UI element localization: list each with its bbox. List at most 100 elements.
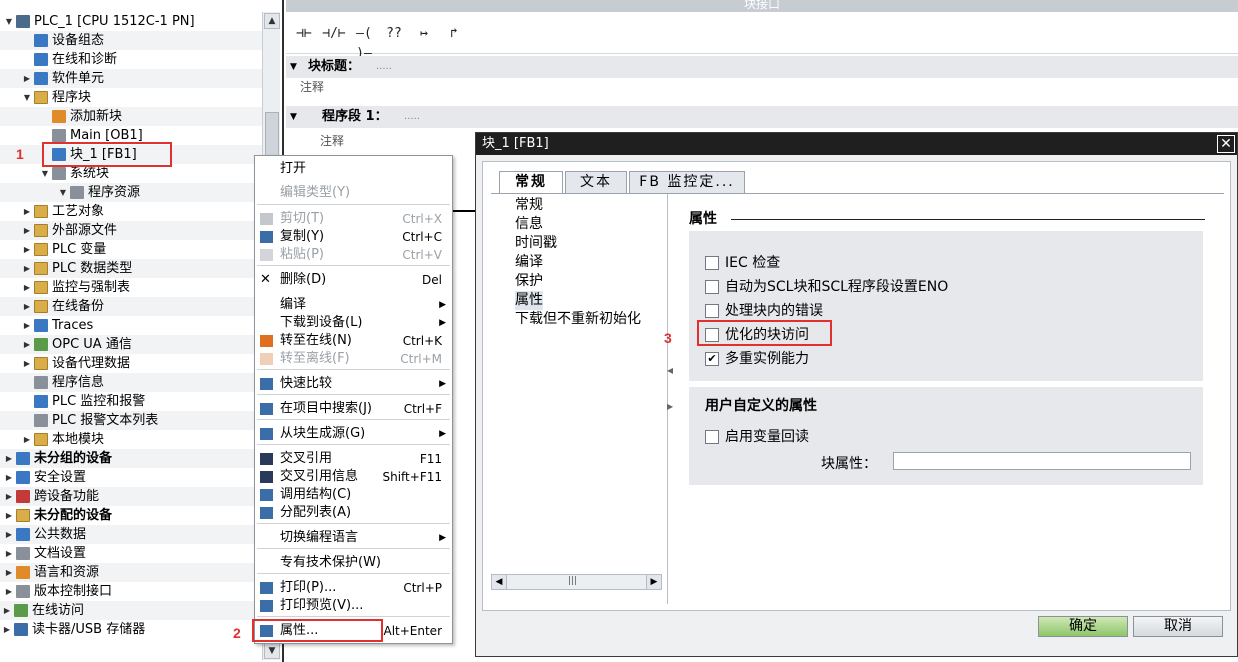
menu-item[interactable]: 复制(Y) Ctrl+C — [255, 228, 452, 246]
nav-item[interactable]: 常规 — [515, 196, 543, 215]
expand-arrow-icon[interactable]: ▶ — [4, 582, 14, 601]
tree-item[interactable]: ▶ 未分组的设备 — [0, 449, 262, 468]
menu-item[interactable]: 切换编程语言 ▶ — [255, 529, 452, 547]
tree-item[interactable]: ▶ 本地模块 — [0, 430, 262, 449]
tree-item[interactable]: ▶ 在线访问 — [0, 601, 262, 620]
expand-arrow-icon[interactable]: ▶ — [22, 354, 32, 373]
no-contact-icon[interactable]: ⊣⊢ — [290, 23, 318, 45]
menu-item[interactable]: 编辑类型(Y) — [255, 184, 452, 202]
nav-item[interactable]: 属性 — [515, 291, 543, 310]
tree-item[interactable]: PLC 报警文本列表 — [0, 411, 262, 430]
menu-item[interactable]: 从块生成源(G) ▶ — [255, 425, 452, 443]
network-header[interactable]: ▼ 程序段 1： ..... — [286, 106, 1238, 128]
menu-item[interactable]: 转至在线(N) Ctrl+K — [255, 332, 452, 350]
nav-item[interactable]: 信息 — [515, 215, 543, 234]
menu-item[interactable]: ✕ 删除(D) Del — [255, 271, 452, 289]
scroll-right-icon[interactable]: ▶ — [646, 574, 662, 590]
menu-item[interactable]: 打开 — [255, 160, 452, 178]
menu-item[interactable]: 打印预览(V)... — [255, 597, 452, 615]
nc-contact-icon[interactable]: ⊣/⊢ — [320, 23, 348, 45]
scroll-down-icon[interactable]: ▼ — [264, 643, 280, 659]
menu-item[interactable]: 下载到设备(L) ▶ — [255, 314, 452, 332]
tree-item[interactable]: ▶ PLC 变量 — [0, 240, 262, 259]
tree-item[interactable]: 设备组态 — [0, 31, 262, 50]
expand-arrow-icon[interactable]: ▶ — [4, 449, 14, 468]
tree-item[interactable]: ▶ 安全设置 — [0, 468, 262, 487]
expand-arrow-icon[interactable]: ▶ — [22, 430, 32, 449]
tree-item[interactable]: ▶ 外部源文件 — [0, 221, 262, 240]
nav-item[interactable]: 下载但不重新初始化 — [515, 310, 641, 329]
menu-item[interactable]: 粘贴(P) Ctrl+V — [255, 246, 452, 264]
checkbox-box[interactable] — [705, 304, 719, 318]
tree-item[interactable]: ▶ 软件单元 — [0, 69, 262, 88]
checkbox-box[interactable] — [705, 280, 719, 294]
expand-arrow-icon[interactable]: ▶ — [4, 544, 14, 563]
nav-item[interactable]: 时间戳 — [515, 234, 557, 253]
menu-item[interactable]: 打印(P)... Ctrl+P — [255, 579, 452, 597]
collapse-icon[interactable]: ▼ — [290, 56, 297, 78]
tree-item[interactable]: ▶ 读卡器/USB 存储器 — [0, 620, 262, 639]
tab-texts[interactable]: 文本 — [565, 171, 627, 193]
dialog-title-bar[interactable]: 块_1 [FB1] ✕ — [476, 133, 1237, 155]
close-branch-icon[interactable]: ↱ — [440, 23, 468, 45]
tree-item[interactable]: ▼ 程序资源 — [0, 183, 262, 202]
tree-item[interactable]: ▶ PLC 数据类型 — [0, 259, 262, 278]
expand-arrow-icon[interactable]: ▶ — [22, 335, 32, 354]
tree-item[interactable]: ▶ 语言和资源 — [0, 563, 262, 582]
tree-item[interactable]: ▶ OPC UA 通信 — [0, 335, 262, 354]
coil-icon[interactable]: –( )– — [350, 23, 378, 61]
tree-item[interactable]: ▼ 程序块 — [0, 88, 262, 107]
empty-box-icon[interactable]: ?? — [380, 23, 408, 45]
tree-item[interactable]: ▶ 监控与强制表 — [0, 278, 262, 297]
scroll-up-icon[interactable]: ▲ — [264, 13, 280, 29]
tree-item[interactable]: ▶ 文档设置 — [0, 544, 262, 563]
expand-arrow-icon[interactable]: ▶ — [2, 601, 12, 620]
checkbox-box[interactable] — [705, 430, 719, 444]
scroll-left-icon[interactable]: ◀ — [491, 574, 507, 590]
nav-item[interactable]: 保护 — [515, 272, 543, 291]
tree-item[interactable]: ▶ 公共数据 — [0, 525, 262, 544]
expand-arrow-icon[interactable]: ▶ — [2, 620, 12, 639]
menu-item[interactable]: 交叉引用信息 Shift+F11 — [255, 468, 452, 486]
tree-item[interactable]: ▶ 在线备份 — [0, 297, 262, 316]
expand-arrow-icon[interactable]: ▶ — [4, 506, 14, 525]
expand-arrow-icon[interactable]: ▶ — [22, 202, 32, 221]
ok-button[interactable]: 确定 — [1038, 616, 1128, 637]
block-comment[interactable]: 注释 — [286, 77, 1238, 97]
nav-item[interactable]: 编译 — [515, 253, 543, 272]
close-icon[interactable]: ✕ — [1217, 135, 1235, 153]
tree-item[interactable]: PLC 监控和报警 — [0, 392, 262, 411]
tab-fb-supervision[interactable]: FB 监控定... — [629, 171, 745, 193]
expand-arrow-icon[interactable]: ▶ — [22, 316, 32, 335]
cancel-button[interactable]: 取消 — [1133, 616, 1223, 637]
expand-arrow-icon[interactable]: ▶ — [22, 259, 32, 278]
block-interface-bar[interactable]: 块接口 — [286, 0, 1238, 12]
menu-item[interactable]: 剪切(T) Ctrl+X — [255, 210, 452, 228]
nav-horizontal-scrollbar[interactable]: ◀ ||| ▶ — [491, 574, 662, 590]
tree-item[interactable]: ▶ 版本控制接口 — [0, 582, 262, 601]
expand-arrow-icon[interactable]: ▶ — [4, 468, 14, 487]
menu-item[interactable]: 分配列表(A) — [255, 504, 452, 522]
tree-item[interactable]: ▼ PLC_1 [CPU 1512C-1 PN] — [0, 12, 262, 31]
expand-arrow-icon[interactable]: ▶ — [22, 297, 32, 316]
collapse-arrow-icon[interactable]: ▼ — [22, 88, 32, 107]
block-title-row[interactable]: ▼ 块标题： ..... — [286, 56, 1238, 78]
expand-arrow-icon[interactable]: ▶ — [22, 69, 32, 88]
block-title-value[interactable]: ..... — [376, 56, 392, 78]
tree-item[interactable]: 添加新块 — [0, 107, 262, 126]
expand-arrow-icon[interactable]: ▶ — [22, 240, 32, 259]
tree-item[interactable]: ▶ 跨设备功能 — [0, 487, 262, 506]
menu-item[interactable]: 编译 ▶ — [255, 296, 452, 314]
menu-item[interactable]: 调用结构(C) — [255, 486, 452, 504]
collapse-icon[interactable]: ▼ — [290, 106, 297, 128]
block-attribute-input[interactable] — [893, 452, 1191, 470]
menu-item[interactable]: 转至离线(F) Ctrl+M — [255, 350, 452, 368]
tree-item[interactable]: 程序信息 — [0, 373, 262, 392]
scroll-thumb[interactable]: ||| — [568, 576, 577, 586]
expand-arrow-icon[interactable]: ▶ — [22, 278, 32, 297]
tree-item[interactable]: ▶ 未分配的设备 — [0, 506, 262, 525]
menu-item[interactable]: 专有技术保护(W) — [255, 554, 452, 572]
menu-item[interactable]: 在项目中搜索(J) Ctrl+F — [255, 400, 452, 418]
tree-item[interactable]: ▶ Traces — [0, 316, 262, 335]
network-title-value[interactable]: ..... — [404, 106, 420, 128]
